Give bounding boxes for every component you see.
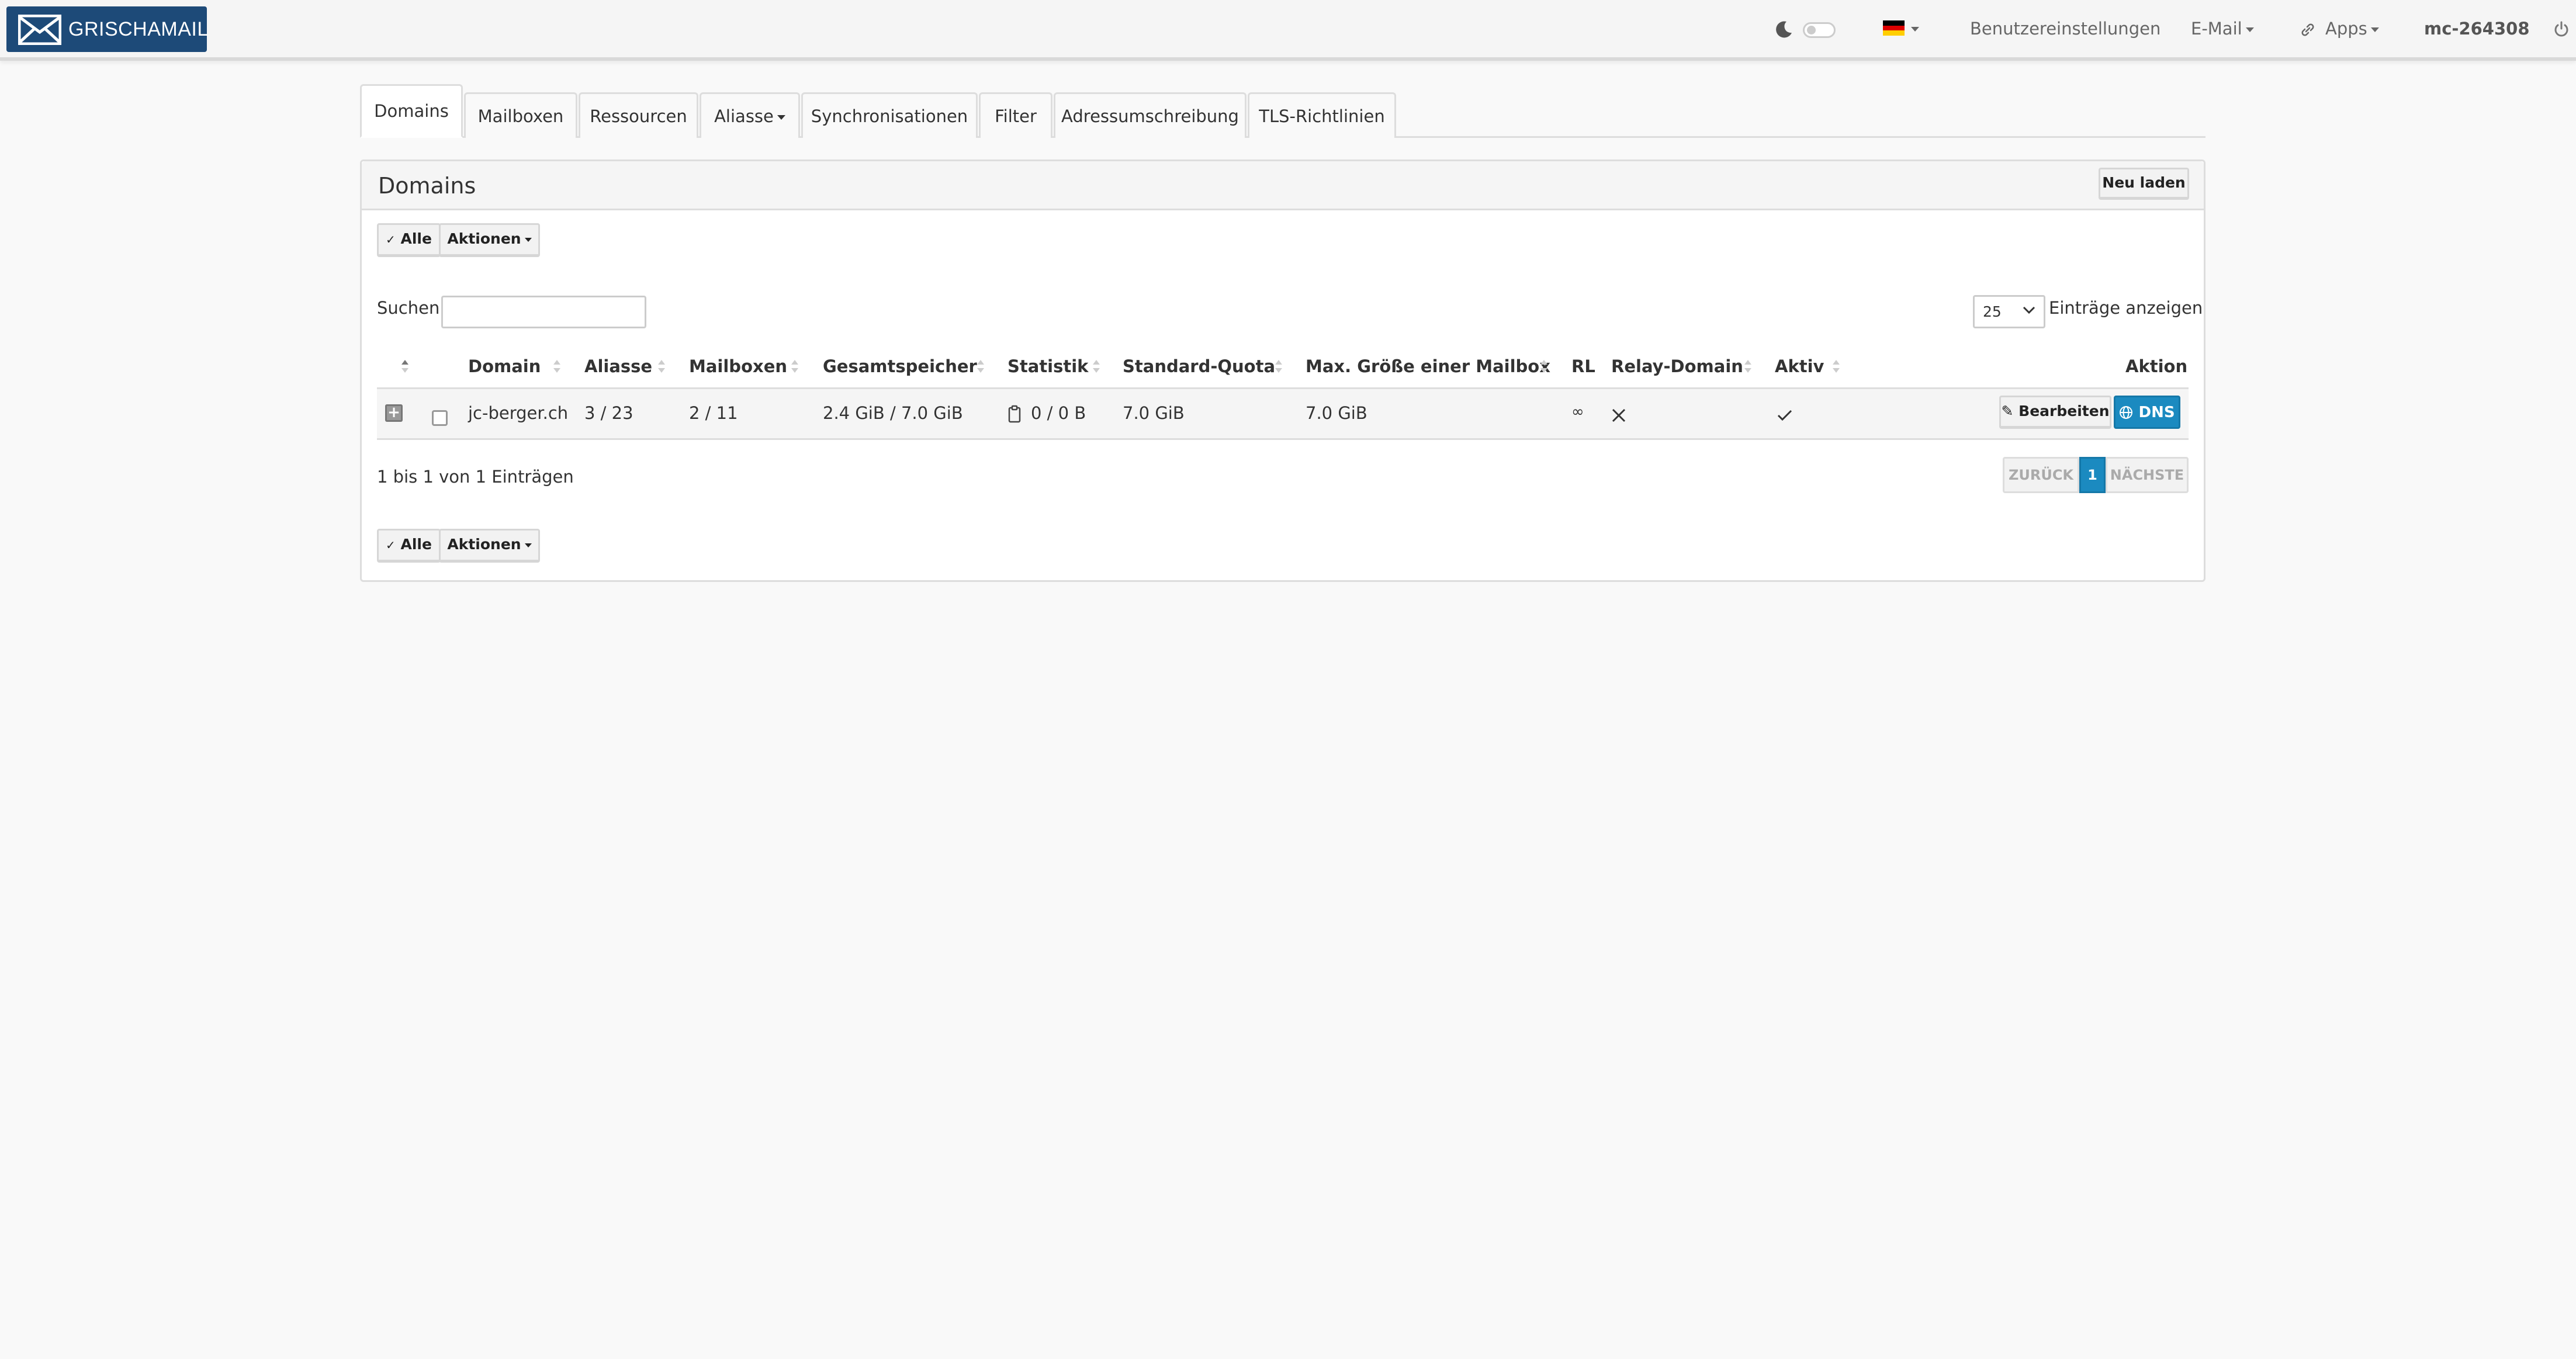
- email-menu[interactable]: E-Mail: [2191, 0, 2254, 57]
- sort-indicator[interactable]: [1540, 360, 1547, 373]
- search-label: Suchen: [377, 298, 440, 318]
- col-mailboxes[interactable]: Mailboxen: [689, 356, 787, 376]
- sort-indicator[interactable]: [977, 360, 984, 373]
- sort-indicator[interactable]: [1744, 360, 1751, 373]
- sort-indicator[interactable]: [1275, 360, 1282, 373]
- tab-bar: Domains Mailboxen Ressourcen Aliasse Syn…: [360, 84, 2205, 138]
- actions-label: Aktionen: [447, 230, 521, 247]
- mail-envelope-icon: [18, 15, 61, 45]
- chevron-down-icon: [2245, 27, 2254, 32]
- sort-indicator[interactable]: [1093, 360, 1100, 373]
- clipboard-icon: [1008, 405, 1021, 423]
- panel-header: Domains: [362, 161, 2204, 210]
- reload-button[interactable]: Neu laden: [2099, 168, 2189, 200]
- cell-default-quota: 7.0 GiB: [1123, 403, 1185, 423]
- page-length-value: 25: [1983, 303, 2002, 320]
- select-all-label: Alle: [400, 536, 432, 553]
- search-input[interactable]: [441, 296, 646, 328]
- edit-button[interactable]: ✎ Bearbeiten: [1999, 396, 2111, 429]
- actions-dropdown[interactable]: Aktionen: [439, 223, 540, 257]
- edit-label: Bearbeiten: [2018, 403, 2110, 420]
- col-aliases[interactable]: Aliasse: [584, 356, 652, 376]
- tab-aliases[interactable]: Aliasse: [700, 92, 800, 138]
- select-all-label: Alle: [400, 230, 432, 247]
- language-flag-de[interactable]: [1883, 20, 1905, 36]
- checkmark-icon: [1777, 410, 1792, 421]
- link-icon: [2301, 23, 2314, 36]
- sort-indicator[interactable]: [401, 360, 408, 373]
- moon-icon[interactable]: [1775, 20, 1793, 39]
- pagination-next[interactable]: NÄCHSTE: [2106, 457, 2189, 493]
- pagination-current[interactable]: 1: [2079, 457, 2106, 493]
- sort-indicator[interactable]: [553, 360, 560, 373]
- username[interactable]: mc-264308: [2424, 0, 2530, 57]
- cell-rl: ∞: [1571, 403, 1584, 421]
- tab-resources[interactable]: Ressourcen: [579, 92, 698, 138]
- brand-name: GRISCHAMAIL: [68, 18, 209, 40]
- panel-title: Domains: [378, 173, 476, 199]
- col-action: Aktion: [2125, 356, 2188, 376]
- page-length-select[interactable]: 25: [1973, 295, 2045, 328]
- row-select-checkbox[interactable]: [432, 410, 448, 426]
- power-icon[interactable]: [2553, 20, 2570, 38]
- tab-mailboxes[interactable]: Mailboxen: [464, 92, 577, 138]
- tab-tls-policies[interactable]: TLS-Richtlinien: [1248, 92, 1396, 138]
- chevron-down-icon[interactable]: [1911, 27, 1919, 32]
- actions-label: Aktionen: [447, 536, 521, 553]
- col-rl[interactable]: RL: [1571, 356, 1595, 376]
- chevron-down-icon: [2370, 27, 2379, 32]
- tab-address-rewriting[interactable]: Adressumschreibung: [1054, 92, 1247, 138]
- tab-domains[interactable]: Domains: [360, 84, 463, 138]
- tab-filter[interactable]: Filter: [979, 92, 1052, 138]
- pagination-prev[interactable]: ZURÜCK: [2003, 457, 2079, 493]
- col-relay-domain[interactable]: Relay-Domain: [1611, 356, 1743, 376]
- actions-dropdown[interactable]: Aktionen: [439, 529, 540, 563]
- cell-mailboxes: 2 / 11: [689, 403, 738, 423]
- apps-menu[interactable]: Apps: [2325, 0, 2379, 57]
- sort-indicator[interactable]: [658, 360, 665, 373]
- user-settings-link[interactable]: Benutzereinstellungen: [1970, 0, 2160, 57]
- cell-max-mailbox-size: 7.0 GiB: [1306, 403, 1367, 423]
- col-default-quota[interactable]: Standard-Quota: [1123, 356, 1275, 376]
- chevron-down-icon: [524, 237, 532, 242]
- col-active[interactable]: Aktiv: [1775, 356, 1824, 376]
- apps-menu-label: Apps: [2325, 19, 2367, 39]
- sort-indicator[interactable]: [1833, 360, 1840, 373]
- x-icon: [1612, 408, 1626, 422]
- check-icon: ✓: [386, 233, 396, 247]
- table-row: [377, 387, 2189, 440]
- expand-row-icon[interactable]: +: [385, 404, 403, 422]
- sort-indicator[interactable]: [791, 360, 798, 373]
- chevron-down-icon: [777, 115, 785, 120]
- cell-domain[interactable]: jc-berger.ch: [468, 403, 568, 423]
- col-statistics[interactable]: Statistik: [1007, 356, 1088, 376]
- tab-synchronisations[interactable]: Synchronisationen: [801, 92, 978, 138]
- chevron-down-icon: [2023, 306, 2035, 314]
- chevron-down-icon: [524, 543, 532, 547]
- dns-label: DNS: [2138, 404, 2175, 421]
- brand-logo[interactable]: GRISCHAMAIL: [6, 6, 209, 52]
- col-storage[interactable]: Gesamtspeicher: [823, 356, 977, 376]
- col-domain[interactable]: Domain: [468, 356, 541, 376]
- cell-statistics: 0 / 0 B: [1031, 403, 1086, 423]
- select-all-button[interactable]: ✓ Alle: [377, 223, 441, 257]
- pencil-icon: ✎: [2001, 403, 2014, 420]
- email-menu-label: E-Mail: [2191, 19, 2242, 39]
- cell-aliases: 3 / 23: [584, 403, 633, 423]
- col-max-mailbox-size[interactable]: Max. Größe einer Mailbox: [1306, 356, 1550, 376]
- tab-aliases-label: Aliasse: [714, 106, 774, 126]
- check-icon: ✓: [386, 538, 396, 552]
- select-all-button[interactable]: ✓ Alle: [377, 529, 441, 563]
- cell-storage: 2.4 GiB / 7.0 GiB: [823, 403, 963, 423]
- dark-mode-toggle[interactable]: [1803, 22, 1836, 38]
- table-info: 1 bis 1 von 1 Einträgen: [377, 467, 574, 487]
- page-length-label: Einträge anzeigen: [2049, 298, 2203, 318]
- dns-button[interactable]: DNS: [2114, 396, 2180, 429]
- globe-icon: [2120, 406, 2133, 419]
- top-navbar: GRISCHAMAIL Benutzereinstellungen E-Mail…: [0, 0, 2576, 61]
